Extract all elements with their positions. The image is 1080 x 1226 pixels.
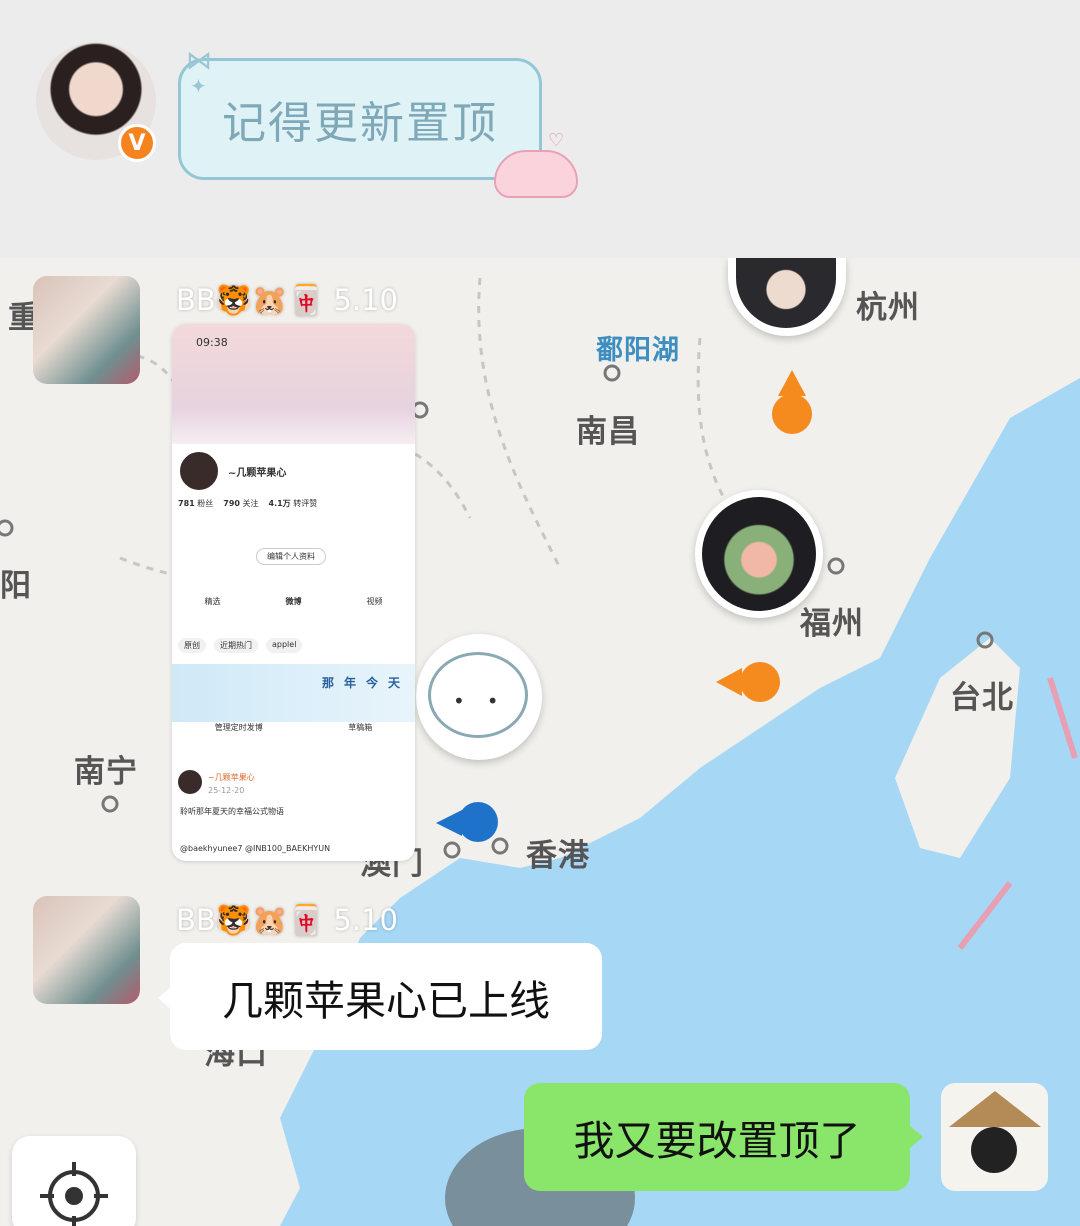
blue-arrow [436, 810, 462, 836]
city-hongkong: 香港 [526, 838, 590, 874]
city-taipei: 台北 [950, 680, 1014, 716]
friend-pin-3[interactable]: •• [416, 634, 542, 760]
sparkle-icon: ✦ [190, 74, 207, 98]
friend-pin-2[interactable] [695, 490, 823, 618]
face-icon [971, 1127, 1017, 1173]
screenshot-post-author: ~几颗苹果心 [208, 773, 255, 782]
city-hangzhou: 杭州 [856, 290, 920, 326]
sender-name-1: BB🐯🐹🀄️ 5.10 [176, 283, 398, 317]
screenshot-post-tags: @baekhyunee7 @INB100_BAEKHYUN [180, 844, 331, 853]
verified-badge: V [118, 124, 156, 162]
screenshot-post-text: 聆听那年夏天的幸福公式物语 [180, 807, 284, 816]
promo-chars: 那 年 今 天 [322, 674, 400, 691]
promo-char-2: 今 [366, 676, 379, 690]
locate-button[interactable] [12, 1136, 136, 1226]
stat-fans: 781 粉丝 [178, 498, 213, 509]
promo-char-0: 那 [322, 676, 335, 690]
screenshot-action-0: 管理定时发博 [214, 723, 263, 732]
stat-likes: 4.1万 转评赞 [269, 498, 318, 509]
screenshot-post-avatar [178, 770, 202, 794]
sticker-text: 记得更新置顶 [222, 98, 498, 149]
stat-likes-value: 4.1万 [268, 499, 291, 508]
stat-likes-label: 转评赞 [293, 499, 318, 508]
screenshot-profile-name: ~几颗苹果心 [228, 468, 287, 479]
lake-poyang: 鄱阳湖 [596, 335, 680, 366]
orange-pin-2[interactable] [740, 662, 780, 702]
map-view[interactable]: 杭州 鄱阳湖 南昌 福州 台北 香港 南宁 澳门 海口 阳 重 •• [0, 258, 1080, 1226]
screenshot-tab-1: 微博 [285, 597, 302, 606]
screenshot-tab-0: 精选 [204, 597, 221, 606]
stat-follow-value: 790 [223, 499, 240, 508]
screenshot-promo-banner: 那 年 今 天 [172, 664, 415, 722]
friend-avatar-1 [736, 258, 836, 328]
sender-name-2: BB🐯🐹🀄️ 5.10 [176, 903, 398, 937]
screenshot-stats: 781 粉丝 790 关注 4.1万 转评赞 [178, 498, 408, 509]
screenshot-filters: 原创 近期热门 applel [178, 638, 414, 653]
bow-icon: ⋈ [186, 46, 212, 76]
screenshot-filter-1: 近期热门 [214, 638, 258, 653]
city-edge-left: 阳 [0, 568, 32, 604]
orange-pin-1[interactable] [772, 394, 812, 434]
sticker-bubble: 记得更新置顶 [178, 58, 542, 180]
bubble-tail-sent [909, 1125, 923, 1149]
stat-follow-label: 关注 [242, 499, 259, 508]
orange-arrow-2 [716, 668, 742, 696]
promo-char-3: 天 [388, 676, 401, 690]
screenshot-action-1: 草稿箱 [348, 723, 373, 732]
city-nanchang: 南昌 [576, 414, 640, 450]
bubble-tail-received [158, 986, 172, 1010]
hat-icon [949, 1091, 1041, 1127]
screenshot-post-date: 25-12-20 [208, 786, 245, 795]
locate-icon [40, 1162, 108, 1226]
heart-icon: ♡ [548, 130, 565, 151]
bunny-sticker-icon [494, 150, 578, 198]
blue-pin[interactable] [458, 802, 498, 842]
stat-follow: 790 关注 [223, 498, 258, 509]
screenshot-filter-0: 原创 [178, 638, 206, 653]
promo-char-1: 年 [344, 676, 357, 690]
sender-avatar-1[interactable] [33, 276, 140, 384]
cat-eyes: •• [453, 689, 521, 713]
city-fuzhou: 福州 [800, 606, 864, 642]
message-bubble-sent[interactable]: 我又要改置顶了 [524, 1083, 910, 1191]
city-nanning: 南宁 [74, 754, 138, 790]
map-land [0, 258, 1080, 1226]
sender-avatar-2[interactable] [33, 896, 140, 1004]
screenshot-edit-button: 编辑个人资料 [256, 548, 326, 565]
screenshot-tab-2: 视频 [366, 597, 383, 606]
stat-fans-label: 粉丝 [197, 499, 214, 508]
message-bubble-received[interactable]: 几颗苹果心已上线 [170, 943, 602, 1050]
cat-sticker-icon: •• [428, 652, 528, 738]
screenshot-avatar [178, 450, 220, 492]
stat-fans-value: 781 [178, 499, 195, 508]
screenshot-filter-2: applel [266, 638, 303, 653]
screenshot-actions: 管理定时发博 草稿箱 [172, 722, 415, 733]
screenshot-tabs: 精选 微博 视频 [172, 596, 415, 607]
shared-screenshot[interactable]: 09:38 ~几颗苹果心 781 粉丝 790 关注 4.1万 转评赞 编辑个人… [172, 324, 415, 861]
orange-arrow-1 [778, 370, 806, 396]
screenshot-time: 09:38 [196, 336, 228, 349]
self-avatar[interactable] [941, 1083, 1048, 1191]
top-strip: V 记得更新置顶 ⋈ ✦ ♡ [0, 0, 1080, 258]
friend-avatar-2 [702, 497, 816, 611]
